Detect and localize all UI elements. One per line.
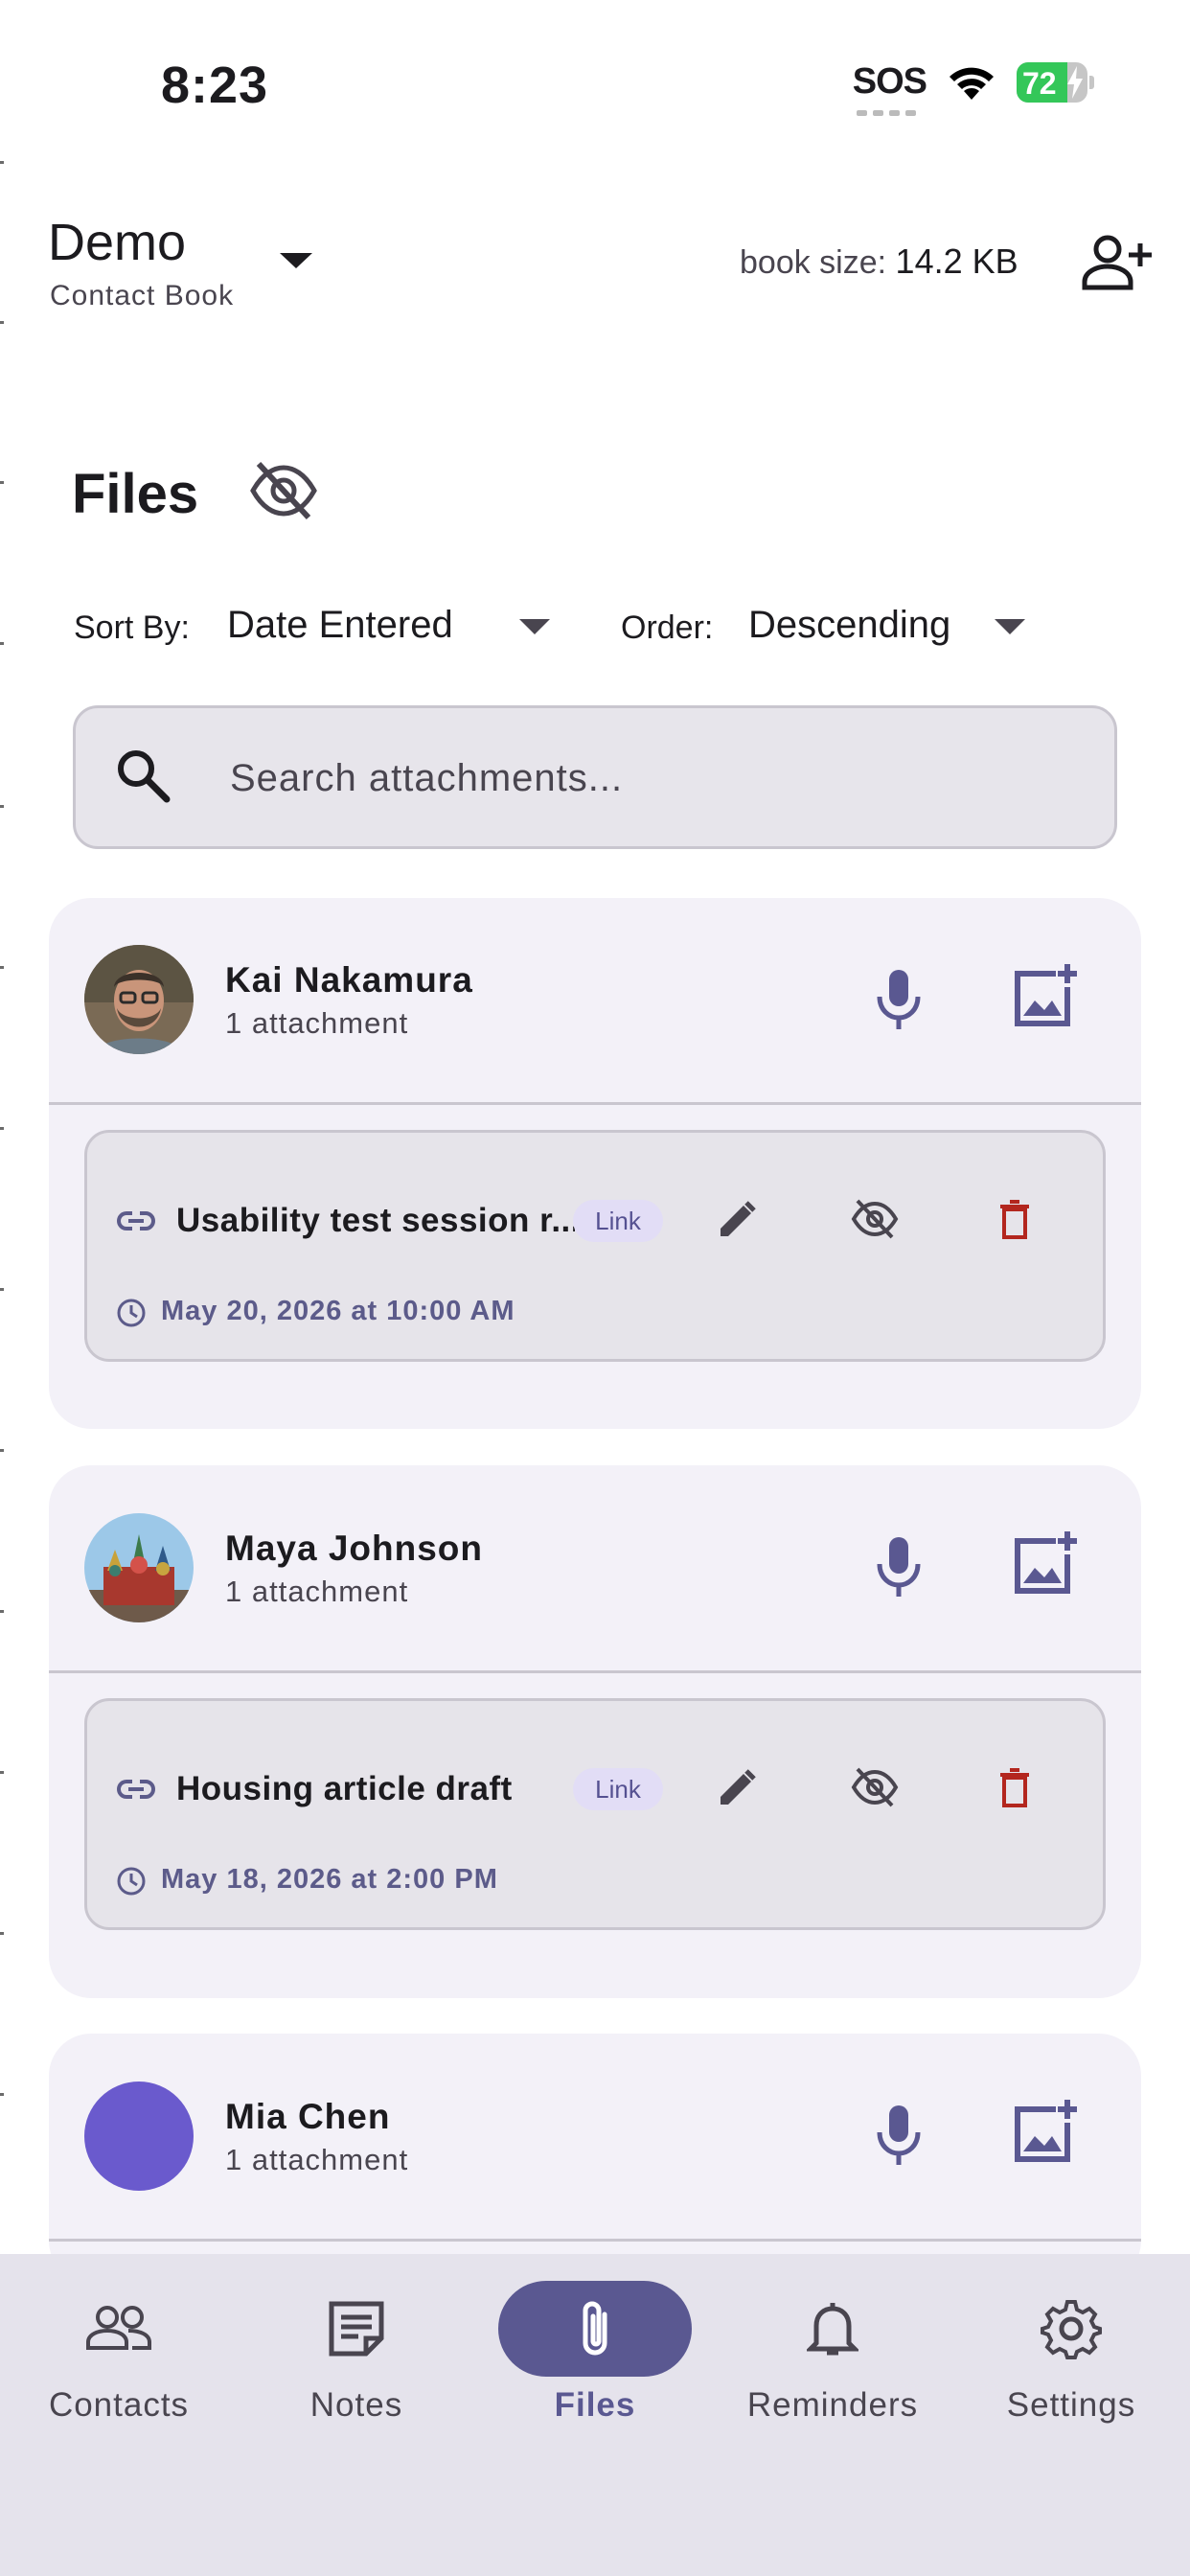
attachment-count: 1 attachment (225, 2143, 409, 2176)
attachment-type-chip: Link (573, 1200, 663, 1242)
wifi-icon (950, 67, 994, 100)
edge-tick (0, 1610, 4, 1613)
microphone-icon[interactable] (876, 1535, 922, 1598)
edge-tick (0, 966, 4, 969)
contact-card (49, 2034, 1141, 2283)
attachment-title[interactable]: Usability test session r... (176, 1202, 575, 1240)
nav-label: Reminders (746, 2386, 919, 2424)
edge-tick (0, 1932, 4, 1935)
divider (49, 1102, 1141, 1105)
eye-off-icon[interactable] (247, 460, 320, 521)
sort-by-dropdown[interactable]: Date Entered (227, 604, 453, 647)
status-time: 8:23 (161, 57, 269, 114)
nav-reminders[interactable]: Reminders (714, 2281, 951, 2425)
nav-label: Contacts (48, 2386, 190, 2424)
link-icon (117, 1780, 155, 1799)
status-indicators: SOS 72 (853, 61, 1094, 116)
attachment-count: 1 attachment (225, 1006, 409, 1040)
nav-label: Settings (1006, 2386, 1136, 2424)
clock-icon (117, 1867, 146, 1896)
edit-icon[interactable] (717, 1200, 757, 1240)
clock-icon (117, 1299, 146, 1327)
attachment-count: 1 attachment (225, 1575, 409, 1608)
edit-icon[interactable] (717, 1768, 757, 1808)
attachment-date: May 20, 2026 at 10:00 AM (161, 1296, 515, 1326)
contact-name[interactable]: Mia Chen (225, 2097, 390, 2137)
book-name[interactable]: Demo (48, 213, 186, 272)
microphone-icon[interactable] (876, 968, 922, 1031)
sos-indicator: SOS (853, 61, 927, 116)
delete-icon[interactable] (998, 1768, 1031, 1808)
book-size-label: book size: (740, 244, 887, 281)
edge-tick (0, 2093, 4, 2096)
paperclip-icon (583, 2301, 607, 2356)
avatar[interactable] (84, 945, 194, 1054)
divider (49, 2239, 1141, 2242)
book-size: book size: 14.2 KB (740, 242, 1018, 282)
avatar[interactable] (84, 2082, 194, 2191)
delete-icon[interactable] (998, 1200, 1031, 1240)
nav-settings[interactable]: Settings (952, 2281, 1190, 2425)
nav-notes[interactable]: Notes (238, 2281, 475, 2425)
attachment-type-chip: Link (573, 1768, 663, 1810)
book-size-value: 14.2 KB (895, 242, 1018, 281)
order-dropdown[interactable]: Descending (748, 604, 950, 647)
edge-tick (0, 1771, 4, 1774)
book-dropdown-icon[interactable] (280, 253, 312, 268)
add-photo-icon[interactable] (1010, 962, 1079, 1031)
edge-tick (0, 321, 4, 324)
edge-tick (0, 805, 4, 808)
nav-files[interactable]: Files (476, 2281, 714, 2425)
battery-icon: 72 (1017, 61, 1094, 103)
sort-dropdown-icon[interactable] (519, 619, 550, 634)
page-title: Files (72, 463, 199, 525)
order-dropdown-icon[interactable] (995, 619, 1025, 634)
book-subtitle: Contact Book (50, 280, 235, 311)
search-icon (118, 750, 171, 803)
edge-tick (0, 642, 4, 645)
eye-off-icon[interactable] (851, 1766, 899, 1808)
edge-tick (0, 1449, 4, 1452)
attachment-date: May 18, 2026 at 2:00 PM (161, 1864, 498, 1895)
contact-name[interactable]: Kai Nakamura (225, 960, 473, 1000)
edge-tick (0, 1288, 4, 1291)
nav-label: Files (554, 2386, 636, 2424)
nav-label: Notes (309, 2386, 403, 2424)
divider (49, 1670, 1141, 1673)
gear-icon (1041, 2300, 1102, 2359)
microphone-icon[interactable] (876, 2104, 922, 2167)
edge-tick (0, 1127, 4, 1130)
bell-icon (807, 2303, 858, 2356)
search-input[interactable] (230, 751, 1054, 805)
order-label: Order: (621, 610, 714, 646)
contact-name[interactable]: Maya Johnson (225, 1529, 483, 1569)
notes-icon (329, 2301, 384, 2357)
attachment-title[interactable]: Housing article draft (176, 1770, 560, 1808)
contacts-icon (86, 2306, 151, 2350)
eye-off-icon[interactable] (851, 1198, 899, 1240)
sort-by-label: Sort By: (74, 610, 190, 646)
edge-tick (0, 481, 4, 484)
avatar[interactable] (84, 1513, 194, 1622)
add-photo-icon[interactable] (1010, 2098, 1079, 2167)
add-photo-icon[interactable] (1010, 1530, 1079, 1598)
edge-tick (0, 161, 4, 164)
add-contact-icon[interactable] (1081, 234, 1154, 291)
nav-contacts[interactable]: Contacts (0, 2281, 238, 2425)
link-icon (117, 1211, 155, 1230)
